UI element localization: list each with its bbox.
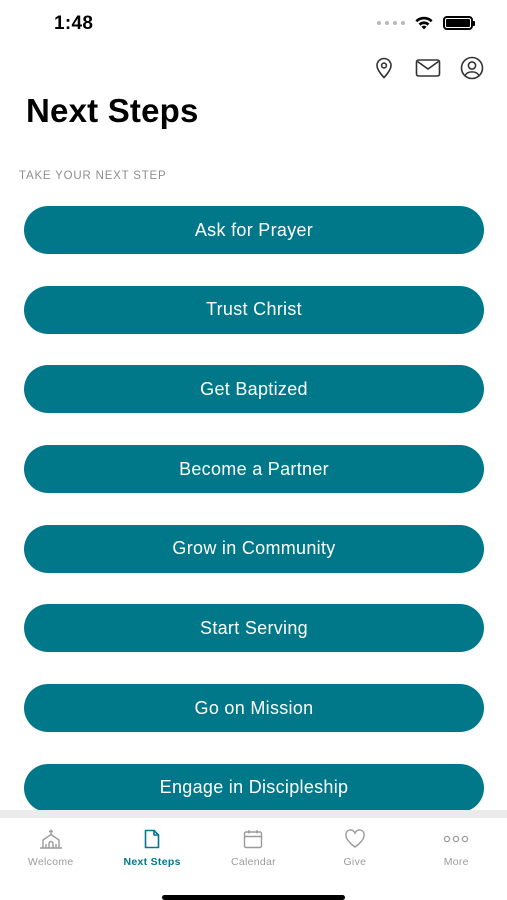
tab-give[interactable]: Give [304,828,405,868]
status-time: 1:48 [54,13,94,34]
trust-christ-button[interactable]: Trust Christ [24,285,484,334]
tab-bar: Welcome Next Steps Calendar Give More [0,810,507,900]
tab-label: Welcome [27,856,74,868]
more-dots-icon [443,828,469,850]
mail-icon[interactable] [415,56,441,80]
heart-icon [344,828,366,850]
document-icon [144,828,160,850]
grow-in-community-button[interactable]: Grow in Community [24,524,484,573]
next-steps-list: Ask for Prayer Trust Christ Get Baptized… [24,206,484,844]
profile-icon[interactable] [459,56,485,80]
wifi-icon [415,16,433,30]
cellular-signal-icon [377,20,405,25]
calendar-icon [243,828,263,850]
tab-label: More [443,856,469,868]
tab-label: Calendar [230,856,276,868]
tab-label: Give [343,856,367,868]
status-icons [377,15,475,30]
section-label: TAKE YOUR NEXT STEP [19,170,167,182]
ask-for-prayer-button[interactable]: Ask for Prayer [24,206,484,254]
tab-more[interactable]: More [406,828,507,868]
tab-welcome[interactable]: Welcome [0,828,101,868]
battery-icon [443,15,475,30]
engage-in-discipleship-button[interactable]: Engage in Discipleship [24,763,484,812]
top-actions [371,56,485,80]
start-serving-button[interactable]: Start Serving [24,604,484,653]
next-steps-screen: 1:48 Next Steps TAKE YOUR NEXT STEP Ask … [0,0,507,900]
church-icon [39,828,63,850]
status-bar: 1:48 [0,0,507,48]
tab-next-steps[interactable]: Next Steps [101,828,202,868]
go-on-mission-button[interactable]: Go on Mission [24,684,484,733]
location-pin-icon[interactable] [371,56,397,80]
page-title: Next Steps [26,92,199,129]
tab-calendar[interactable]: Calendar [203,828,304,868]
become-a-partner-button[interactable]: Become a Partner [24,445,484,494]
get-baptized-button[interactable]: Get Baptized [24,365,484,414]
tab-label: Next Steps [123,856,181,868]
home-indicator[interactable] [162,895,345,900]
